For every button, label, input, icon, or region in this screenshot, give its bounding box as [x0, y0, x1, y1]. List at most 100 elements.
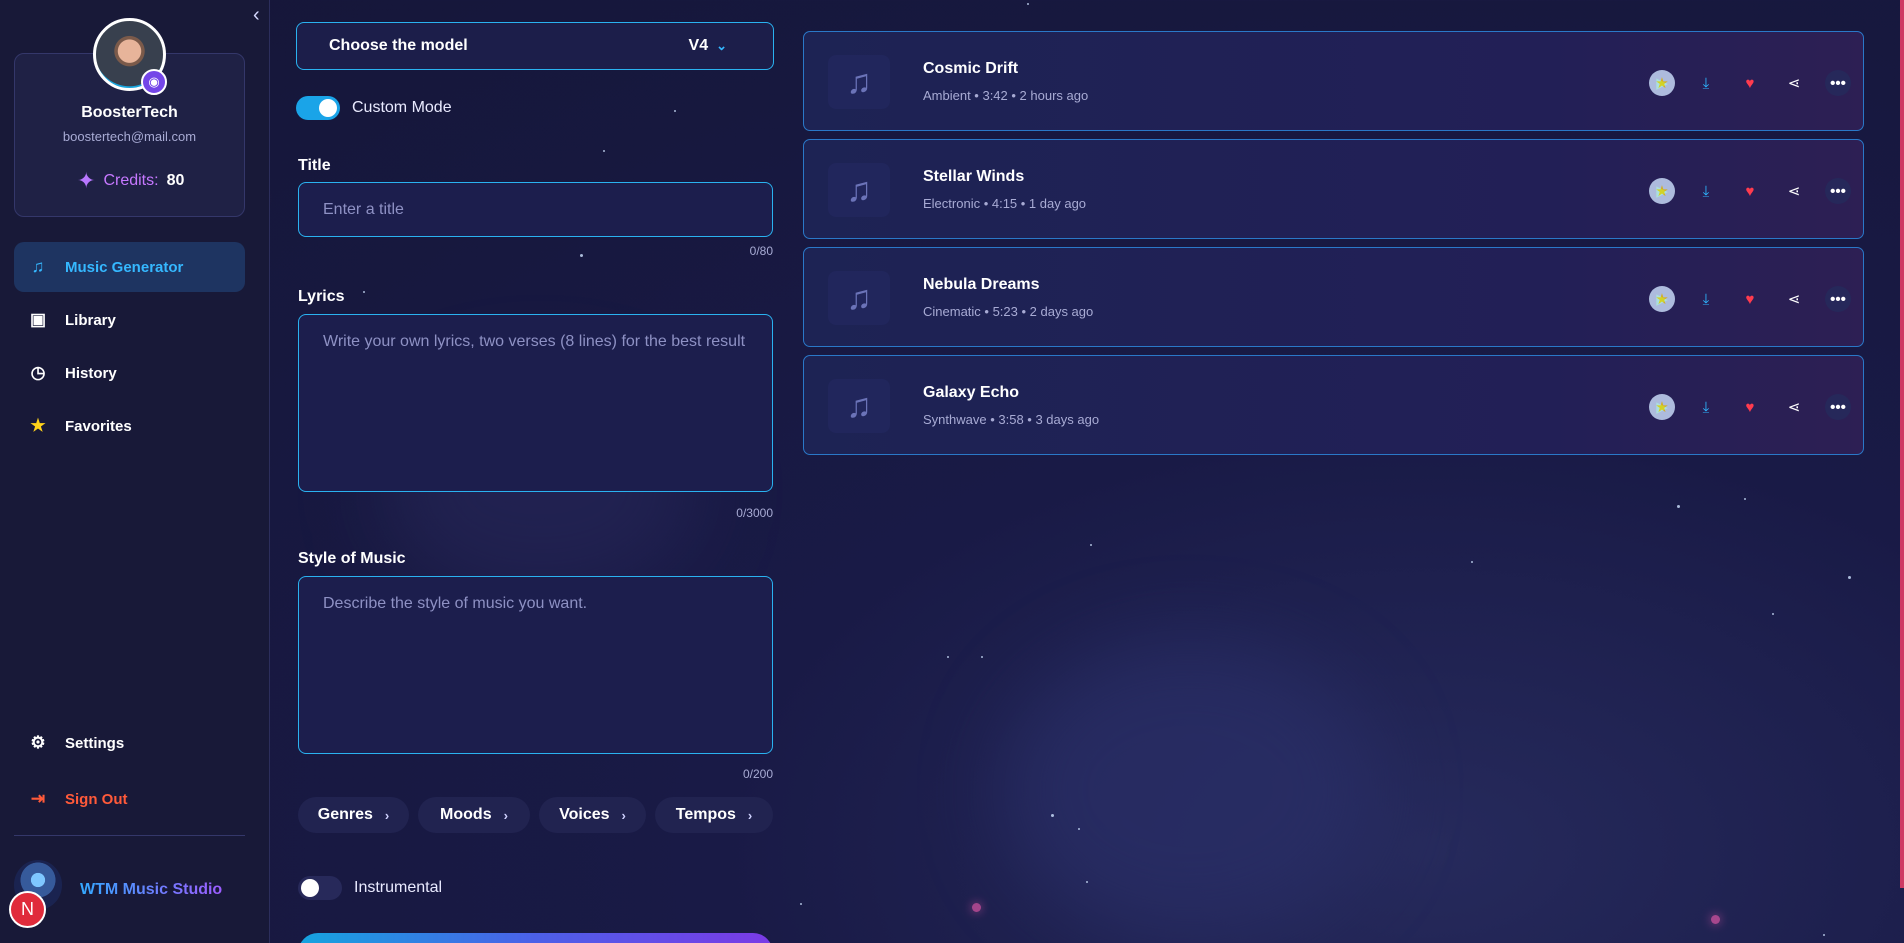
- sign-out-icon: ⇥: [30, 789, 46, 808]
- track-card[interactable]: ♫ Cosmic Drift Ambient • 3:42 • 2 hours …: [803, 31, 1864, 131]
- heart-icon[interactable]: ♥: [1737, 70, 1763, 96]
- track-card[interactable]: ♫ Stellar Winds Electronic • 4:15 • 1 da…: [803, 139, 1864, 239]
- chip-label: Tempos: [675, 806, 736, 823]
- model-value: V4 ⌄: [689, 37, 727, 55]
- download-icon[interactable]: ⤓: [1693, 178, 1719, 204]
- style-input[interactable]: [298, 576, 773, 754]
- track-meta: Ambient • 3:42 • 2 hours ago: [923, 88, 1089, 103]
- lyrics-input[interactable]: [298, 314, 773, 492]
- credits-display: ✦ Credits: 80: [77, 168, 184, 194]
- lyrics-label: Lyrics: [298, 288, 345, 305]
- style-label: Style of Music: [298, 550, 406, 567]
- track-meta: Synthwave • 3:58 • 3 days ago: [923, 412, 1100, 427]
- share-icon[interactable]: ⋖: [1781, 286, 1807, 312]
- more-icon[interactable]: •••: [1825, 178, 1851, 204]
- music-wave-icon: ♫: [31, 257, 45, 276]
- share-icon[interactable]: ⋖: [1781, 178, 1807, 204]
- divider: [14, 835, 245, 836]
- model-select-label: Choose the model: [329, 37, 468, 54]
- track-name: Cosmic Drift: [923, 60, 1019, 77]
- more-icon[interactable]: •••: [1825, 70, 1851, 96]
- chevron-right-icon: ›: [621, 807, 626, 823]
- star-icon[interactable]: ★: [1649, 70, 1675, 96]
- model-select[interactable]: Choose the model V4 ⌄: [296, 22, 774, 70]
- instrumental-label: Instrumental: [354, 879, 443, 896]
- tempos-chip[interactable]: Tempos ›: [655, 797, 773, 833]
- model-version: V4: [688, 37, 709, 54]
- profile-email: boostertech@mail.com: [62, 129, 197, 144]
- music-note-icon: ♫: [828, 55, 890, 109]
- custom-mode-label: Custom Mode: [352, 99, 452, 116]
- generate-button[interactable]: [298, 933, 773, 943]
- library-icon: ▣: [29, 310, 47, 329]
- download-icon[interactable]: ⤓: [1693, 286, 1719, 312]
- track-meta: Electronic • 4:15 • 1 day ago: [923, 196, 1087, 211]
- share-icon[interactable]: ⋖: [1781, 394, 1807, 420]
- gear-icon: ⚙: [30, 733, 46, 752]
- nav-music-generator[interactable]: ♫ Music Generator: [14, 242, 245, 292]
- nav-favorites[interactable]: ★ Favorites: [14, 401, 245, 451]
- title-input[interactable]: [298, 182, 773, 237]
- nav-history[interactable]: ◷ History: [14, 348, 245, 398]
- scrollbar[interactable]: [1900, 0, 1904, 888]
- sparkle-icon: ✦: [77, 168, 96, 193]
- genres-chip[interactable]: Genres ›: [298, 797, 409, 833]
- toggle-knob: [301, 879, 319, 897]
- nav-library[interactable]: ▣ Library: [14, 295, 245, 345]
- nav-sign-out[interactable]: ⇥ Sign Out: [14, 774, 245, 824]
- track-name: Galaxy Echo: [923, 384, 1020, 401]
- track-card[interactable]: ♫ Nebula Dreams Cinematic • 5:23 • 2 day…: [803, 247, 1864, 347]
- music-note-icon: ♫: [828, 163, 890, 217]
- track-name: Nebula Dreams: [923, 276, 1040, 293]
- heart-icon[interactable]: ♥: [1737, 178, 1763, 204]
- download-icon[interactable]: ⤓: [1693, 70, 1719, 96]
- more-icon[interactable]: •••: [1825, 394, 1851, 420]
- music-note-icon: ♫: [828, 379, 890, 433]
- download-icon[interactable]: ⤓: [1693, 394, 1719, 420]
- moods-chip[interactable]: Moods ›: [418, 797, 530, 833]
- music-note-icon: ♫: [828, 271, 890, 325]
- brand-name: WTM Music Studio: [80, 881, 223, 898]
- star-icon[interactable]: ★: [1649, 178, 1675, 204]
- nav-label: Music Generator: [65, 258, 184, 276]
- track-actions: ▶ ⤓ ★ ♥ ⋖ •••: [1649, 286, 1851, 312]
- voices-chip[interactable]: Voices ›: [539, 797, 646, 833]
- chip-label: Genres: [317, 806, 373, 823]
- user-badge[interactable]: N: [9, 891, 46, 928]
- title-counter: 0/80: [749, 244, 773, 258]
- instrumental-toggle[interactable]: [298, 876, 342, 900]
- track-card[interactable]: ♫ Galaxy Echo Synthwave • 3:58 • 3 days …: [803, 355, 1864, 455]
- custom-mode-toggle[interactable]: [296, 96, 340, 120]
- toggle-knob: [319, 99, 337, 117]
- collapse-sidebar-icon[interactable]: ‹: [253, 5, 269, 26]
- more-icon[interactable]: •••: [1825, 286, 1851, 312]
- chevron-right-icon: ›: [747, 807, 753, 823]
- nav-label: Library: [65, 311, 116, 329]
- share-icon[interactable]: ⋖: [1781, 70, 1807, 96]
- chip-label: Voices: [559, 806, 610, 823]
- nav-label: Sign Out: [65, 790, 128, 808]
- star-icon: ★: [30, 416, 46, 435]
- track-actions: ▶ ⤓ ★ ♥ ⋖ •••: [1649, 70, 1851, 96]
- nav-label: History: [65, 364, 117, 382]
- heart-icon[interactable]: ♥: [1737, 394, 1763, 420]
- nav-label: Favorites: [65, 417, 132, 435]
- credits-label: Credits:: [103, 172, 159, 189]
- chevron-right-icon: ›: [384, 807, 390, 823]
- profile-name: BoosterTech: [81, 104, 178, 121]
- credits-value: 80: [166, 172, 185, 189]
- track-meta: Cinematic • 5:23 • 2 days ago: [923, 304, 1094, 319]
- history-icon: ◷: [30, 363, 46, 382]
- title-label: Title: [298, 157, 331, 174]
- chevron-right-icon: ›: [503, 807, 508, 823]
- star-icon[interactable]: ★: [1649, 286, 1675, 312]
- track-actions: ▶ ⤓ ★ ♥ ⋖ •••: [1649, 394, 1851, 420]
- sidebar: ‹ ◉ BoosterTech boostertech@mail.com ✦ C…: [0, 0, 270, 943]
- chip-label: Moods: [440, 806, 492, 823]
- track-actions: ▶ ⤓ ★ ♥ ⋖ •••: [1649, 178, 1851, 204]
- star-icon[interactable]: ★: [1649, 394, 1675, 420]
- style-counter: 0/200: [742, 767, 773, 781]
- camera-icon[interactable]: ◉: [141, 69, 167, 95]
- heart-icon[interactable]: ♥: [1737, 286, 1763, 312]
- nav-settings[interactable]: ⚙ Settings: [14, 718, 245, 768]
